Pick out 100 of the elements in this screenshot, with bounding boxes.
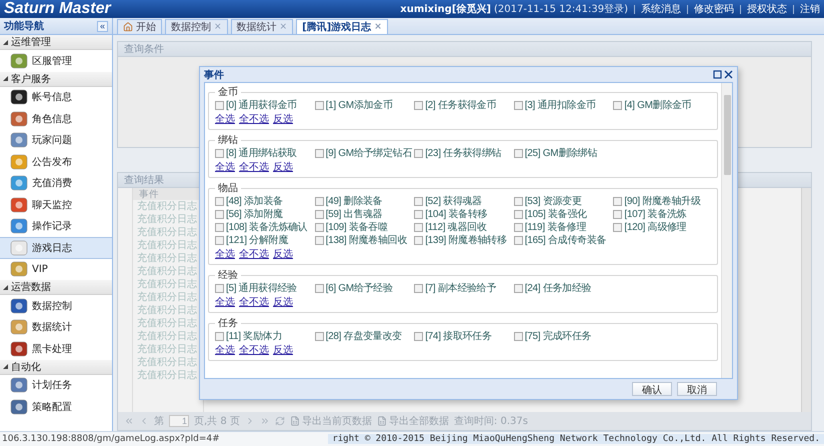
tab[interactable]: 开始 (117, 19, 162, 34)
sidebar-item[interactable]: 公告发布 (0, 151, 112, 172)
checkbox[interactable] (613, 222, 622, 232)
checkbox[interactable] (414, 196, 424, 206)
select-link[interactable]: 全不选 (239, 112, 269, 126)
caret-icon (3, 76, 8, 81)
sidebar-item[interactable]: 黑卡处理 (0, 338, 112, 360)
header-link[interactable]: 修改密码 (694, 2, 734, 16)
sidebar-item[interactable]: 数据控制 (0, 295, 112, 316)
checkbox[interactable] (514, 236, 523, 244)
dialog-button[interactable]: 确认 (632, 382, 672, 396)
sidebar-item[interactable]: VIP (0, 258, 112, 280)
select-link[interactable]: 全不选 (239, 295, 269, 309)
checkbox[interactable] (215, 236, 224, 244)
tab[interactable]: 数据控制 × (165, 19, 228, 34)
sidebar-group[interactable]: 运维管理 (0, 35, 112, 50)
sidebar-item[interactable]: 策略配置 (0, 396, 112, 418)
checkbox[interactable] (215, 332, 224, 340)
select-link[interactable]: 反选 (273, 247, 293, 261)
checkbox[interactable] (215, 222, 224, 232)
first-page-icon[interactable] (124, 416, 134, 426)
select-link[interactable]: 反选 (273, 295, 293, 309)
login-time: (2017-11-15 12:41:39登录) (494, 3, 628, 16)
checkbox[interactable] (314, 332, 324, 340)
option-label: [52] 获得魂器 (425, 194, 482, 208)
maximize-icon[interactable] (713, 70, 722, 79)
option-label: [25] GM删除绑钻 (524, 146, 598, 160)
sidebar-item[interactable]: 数据统计 (0, 316, 112, 338)
checkbox[interactable] (514, 100, 523, 110)
checkbox[interactable] (414, 332, 424, 340)
select-link[interactable]: 反选 (273, 160, 293, 174)
option-label: [49] 删除装备 (326, 194, 382, 208)
checkbox[interactable] (215, 210, 224, 218)
checkbox[interactable] (414, 222, 424, 232)
sidebar-item[interactable]: 聊天监控 (0, 194, 112, 216)
checkbox[interactable] (314, 210, 324, 218)
select-link[interactable]: 全不选 (239, 247, 269, 261)
checkbox[interactable] (414, 148, 424, 158)
checkbox[interactable] (215, 196, 224, 206)
checkbox[interactable] (414, 236, 424, 244)
header-link[interactable]: 系统消息 (641, 2, 681, 16)
tab[interactable]: [腾讯]游戏日志 × (296, 19, 388, 34)
option-label: [1] GM添加金币 (326, 98, 393, 112)
select-link[interactable]: 全不选 (239, 343, 269, 357)
sidebar-group[interactable]: 自动化 (0, 360, 112, 374)
checkbox[interactable] (514, 222, 523, 232)
checkbox[interactable] (613, 196, 622, 206)
collapse-button[interactable]: « (96, 20, 108, 32)
checkbox[interactable] (414, 210, 424, 218)
sidebar-item[interactable]: 角色信息 (0, 108, 112, 130)
checkbox[interactable] (414, 100, 424, 110)
last-page-icon[interactable] (260, 416, 270, 426)
select-link[interactable]: 全选 (215, 295, 235, 309)
select-link[interactable]: 全选 (215, 247, 235, 261)
checkbox[interactable] (215, 100, 224, 110)
sidebar-item[interactable]: 玩家问题 (0, 130, 112, 151)
checkbox[interactable] (514, 210, 523, 218)
sidebar-item[interactable]: 充值消费 (0, 172, 112, 194)
select-link[interactable]: 全不选 (239, 160, 269, 174)
checkbox[interactable] (314, 100, 324, 110)
sidebar-group[interactable]: 运营数据 (0, 280, 112, 295)
select-link[interactable]: 全选 (215, 343, 235, 357)
sidebar-group[interactable]: 客户服务 (0, 72, 112, 86)
select-link[interactable]: 全选 (215, 160, 235, 174)
checkbox[interactable] (514, 332, 523, 340)
scrollbar[interactable] (721, 83, 732, 378)
app-icon (10, 340, 28, 358)
sidebar-item[interactable]: 游戏日志 (0, 237, 112, 258)
select-link[interactable]: 反选 (273, 112, 293, 126)
page-prefix: 第 (154, 415, 164, 428)
header-link[interactable]: 授权状态 (747, 2, 787, 16)
checkbox[interactable] (414, 284, 424, 292)
checkbox[interactable] (314, 148, 324, 158)
option-label: [59] 出售魂器 (326, 208, 382, 221)
checkbox[interactable] (314, 222, 324, 232)
spreadsheet-icon (376, 416, 387, 426)
select-link[interactable]: 全选 (215, 112, 235, 126)
option-label: [108] 装备洗炼确认 (226, 220, 308, 234)
checkbox[interactable] (314, 236, 324, 244)
checkbox[interactable] (215, 148, 224, 158)
checkbox[interactable] (514, 196, 523, 206)
sidebar-title: 功能导航 (4, 19, 44, 33)
select-link[interactable]: 反选 (273, 343, 293, 357)
close-icon[interactable] (724, 70, 733, 79)
checkbox[interactable] (314, 196, 324, 206)
checkbox[interactable] (514, 148, 523, 158)
checkbox[interactable] (215, 284, 224, 292)
dialog-button[interactable]: 取消 (677, 382, 717, 396)
header-link[interactable]: 注销 (800, 2, 820, 16)
sidebar-item[interactable]: 操作记录 (0, 216, 112, 237)
tab[interactable]: 数据统计 × (230, 19, 294, 34)
checkbox[interactable] (314, 284, 324, 292)
sidebar-item[interactable]: 区服管理 (0, 50, 112, 72)
checkbox[interactable] (514, 284, 523, 292)
scrollbar[interactable] (801, 188, 811, 412)
checkbox[interactable] (613, 100, 622, 110)
refresh-icon[interactable] (274, 416, 285, 426)
checkbox[interactable] (613, 210, 622, 218)
sidebar-item[interactable]: 帐号信息 (0, 86, 112, 108)
sidebar-item[interactable]: 计划任务 (0, 374, 112, 396)
